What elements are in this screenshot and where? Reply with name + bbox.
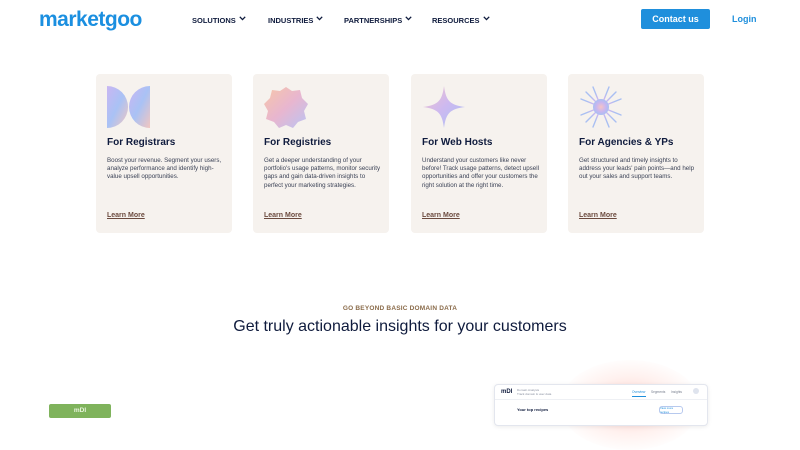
preview-brand: mDI [501, 389, 513, 395]
nav-solutions[interactable]: SOLUTIONS [192, 14, 246, 26]
preview-section-title: Your top recipes [517, 407, 549, 412]
preview-pill-button: View more recipes [659, 406, 683, 414]
octagon-badge-icon [263, 84, 309, 130]
nav-industries-label: INDUSTRIES [268, 15, 314, 25]
card-title: For Registrars [107, 137, 176, 148]
card-agencies: For Agencies & YPs Get structured and ti… [568, 74, 704, 233]
preview-tab-overview: Overview [632, 390, 646, 394]
card-title: For Registries [264, 137, 332, 148]
card-description: Get structured and timely insights to ad… [579, 157, 695, 181]
login-link[interactable]: Login [732, 14, 757, 24]
chevron-down-icon [239, 15, 246, 23]
preview-divider [495, 399, 707, 400]
avatar [693, 388, 699, 394]
preview-subtitle: Domain Analysis Track domain & user data [517, 388, 551, 396]
nav-resources-label: RESOURCES [432, 15, 480, 25]
learn-more-link[interactable]: Learn More [107, 212, 145, 219]
card-description: Boost your revenue. Segment your users, … [107, 157, 222, 181]
starburst-icon [578, 84, 624, 130]
card-description: Get a deeper understanding of your portf… [264, 157, 381, 189]
preview-tab-indicator [632, 396, 646, 397]
card-title: For Web Hosts [422, 137, 493, 148]
learn-more-link[interactable]: Learn More [264, 212, 302, 219]
learn-more-link[interactable]: Learn More [579, 212, 617, 219]
dashboard-preview: mDI Domain Analysis Track domain & user … [494, 384, 708, 426]
chevron-down-icon [482, 15, 490, 23]
contact-us-button[interactable]: Contact us [641, 9, 710, 29]
nav-partnerships[interactable]: PARTNERSHIPS [344, 14, 412, 26]
half-circles-icon [106, 84, 152, 130]
learn-more-link[interactable]: Learn More [422, 212, 460, 219]
sparkle-star-icon [421, 84, 467, 130]
card-description: Understand your customers like never bef… [422, 157, 539, 189]
section-headline: Get truly actionable insights for your c… [233, 318, 567, 335]
card-web-hosts: For Web Hosts Understand your customers … [411, 74, 547, 233]
section-eyebrow: GO BEYOND BASIC DOMAIN DATA [342, 305, 458, 312]
logo[interactable]: marketgoo [39, 8, 142, 32]
chevron-down-icon [316, 15, 324, 23]
preview-subtitle-line2: Track domain & user data [517, 392, 552, 396]
nav-industries[interactable]: INDUSTRIES [268, 14, 324, 26]
chevron-down-icon [405, 15, 412, 23]
nav-resources[interactable]: RESOURCES [432, 14, 490, 26]
preview-tab-segments: Segments [651, 390, 666, 394]
card-registrars: For Registrars Boost your revenue. Segme… [96, 74, 232, 233]
card-title: For Agencies & YPs [579, 137, 674, 148]
card-registries: For Registries Get a deeper understandin… [253, 74, 389, 233]
nav-solutions-label: SOLUTIONS [192, 15, 236, 25]
preview-tab-insights: Insights [671, 390, 682, 394]
nav-partnerships-label: PARTNERSHIPS [344, 15, 403, 25]
